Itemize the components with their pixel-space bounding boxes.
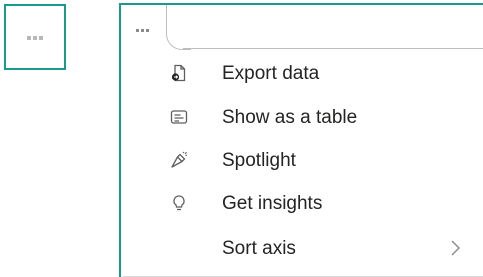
export-data-icon [171, 64, 186, 82]
menu-item-export-data[interactable]: Export data [123, 53, 483, 93]
visual-border-line [183, 48, 483, 49]
menu-item-label: Get insights [222, 193, 323, 214]
more-options-button[interactable] [4, 4, 66, 70]
menu-item-spotlight[interactable]: Spotlight [123, 140, 483, 180]
context-menu: Export data Show as a table Spotlight Ge… [123, 53, 483, 277]
visual-border-corner [166, 25, 191, 50]
menu-item-label: Export data [222, 63, 320, 84]
menu-item-label: Show as a table [222, 107, 358, 128]
context-menu-container: Export data Show as a table Spotlight Ge… [119, 3, 483, 277]
menu-item-sort-axis[interactable]: Sort axis [123, 228, 483, 268]
menu-item-show-as-table[interactable]: Show as a table [123, 97, 483, 137]
spotlight-icon [171, 151, 188, 168]
lightbulb-icon [173, 195, 185, 211]
menu-item-label: Spotlight [222, 150, 296, 171]
menu-item-get-insights[interactable]: Get insights [123, 183, 483, 223]
more-options-icon[interactable] [136, 29, 149, 32]
chevron-right-icon [451, 240, 460, 256]
menu-item-label: Sort axis [222, 238, 296, 259]
show-table-icon [170, 110, 188, 124]
more-options-icon [27, 36, 43, 40]
